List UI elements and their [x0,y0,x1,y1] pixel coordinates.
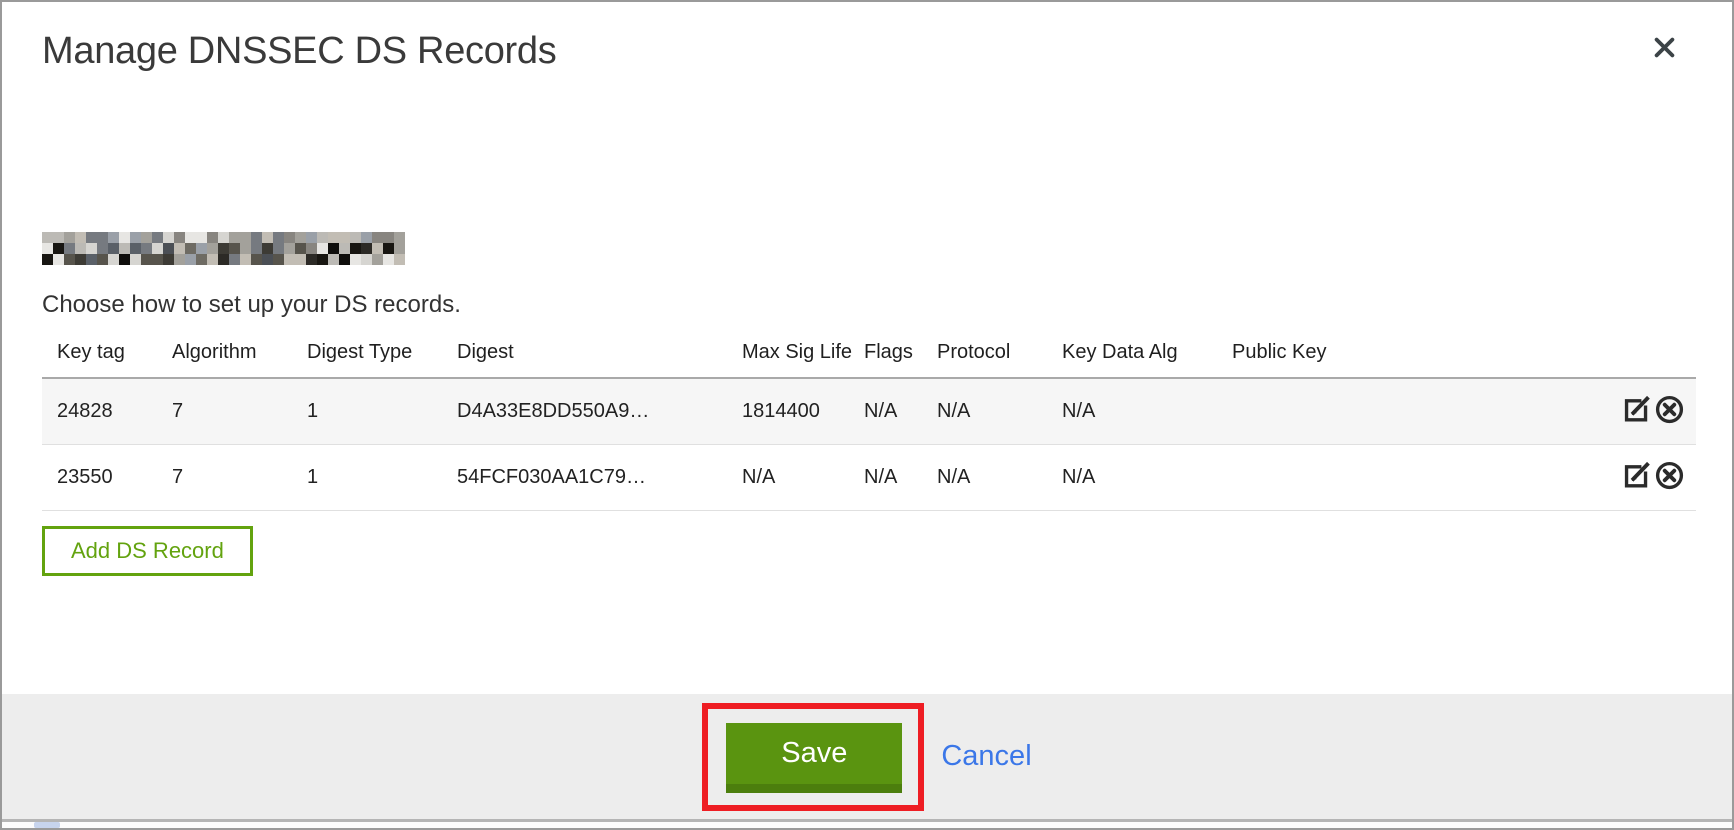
column-header: Flags [849,335,922,378]
delete-record-icon [1654,479,1685,494]
edit-record-icon [1621,413,1652,428]
ds-records-table: Key tagAlgorithmDigest TypeDigestMax Sig… [42,335,1696,511]
column-header: Key Data Alg [1047,335,1217,378]
table-cell: 23550 [42,444,157,510]
column-header: Public Key [1217,335,1517,378]
instruction-text: Choose how to set up your DS records. [42,291,1692,319]
table-cell: 54FCF030AA1C79… [442,444,727,510]
close-icon [1651,49,1678,64]
delete-record-icon [1654,413,1685,428]
save-button[interactable]: Save [726,723,902,793]
dialog-header: Manage DNSSEC DS Records [42,2,1692,74]
table-header-row: Key tagAlgorithmDigest TypeDigestMax Sig… [42,335,1696,378]
row-actions [1517,444,1696,510]
column-header: Algorithm [157,335,292,378]
delete-record-button[interactable] [1653,460,1686,494]
edit-record-button[interactable] [1620,394,1653,428]
underlying-page-artifact [34,822,60,828]
redacted-domain-name [42,232,405,265]
underlying-page-sliver [2,822,1732,828]
edit-record-button[interactable] [1620,460,1653,494]
table-cell [1217,378,1517,444]
row-actions [1517,378,1696,444]
close-button[interactable] [1649,32,1680,66]
column-header: Protocol [922,335,1047,378]
table-cell: D4A33E8DD550A9… [442,378,727,444]
table-cell: N/A [1047,378,1217,444]
table-cell: N/A [922,444,1047,510]
table-cell: N/A [922,378,1047,444]
delete-record-button[interactable] [1653,394,1686,428]
table-cell: 1 [292,378,442,444]
column-header: Key tag [42,335,157,378]
table-row: 235507154FCF030AA1C79…N/AN/AN/AN/A [42,444,1696,510]
table-row: 2482871D4A33E8DD550A9…1814400N/AN/AN/A [42,378,1696,444]
column-header: Max Sig Life [727,335,849,378]
column-header: Digest [442,335,727,378]
table-cell: N/A [849,378,922,444]
table-cell: 1 [292,444,442,510]
column-header-actions [1517,335,1696,378]
table-cell: 7 [157,444,292,510]
table-cell: 24828 [42,378,157,444]
table-cell [1217,444,1517,510]
table-cell: N/A [849,444,922,510]
table-cell: N/A [1047,444,1217,510]
column-header: Digest Type [292,335,442,378]
dialog-content: Manage DNSSEC DS Records Choose how to s… [2,2,1732,576]
dialog-footer: Save Cancel [2,694,1732,822]
ds-table-body: 2482871D4A33E8DD550A9…1814400N/AN/AN/A23… [42,378,1696,510]
cancel-link[interactable]: Cancel [941,740,1031,773]
table-cell: N/A [727,444,849,510]
add-ds-record-button[interactable]: Add DS Record [42,526,253,576]
page-title: Manage DNSSEC DS Records [42,28,556,74]
annotation-highlight-box: Save [702,703,924,811]
table-cell: 7 [157,378,292,444]
table-cell: 1814400 [727,378,849,444]
edit-record-icon [1621,479,1652,494]
